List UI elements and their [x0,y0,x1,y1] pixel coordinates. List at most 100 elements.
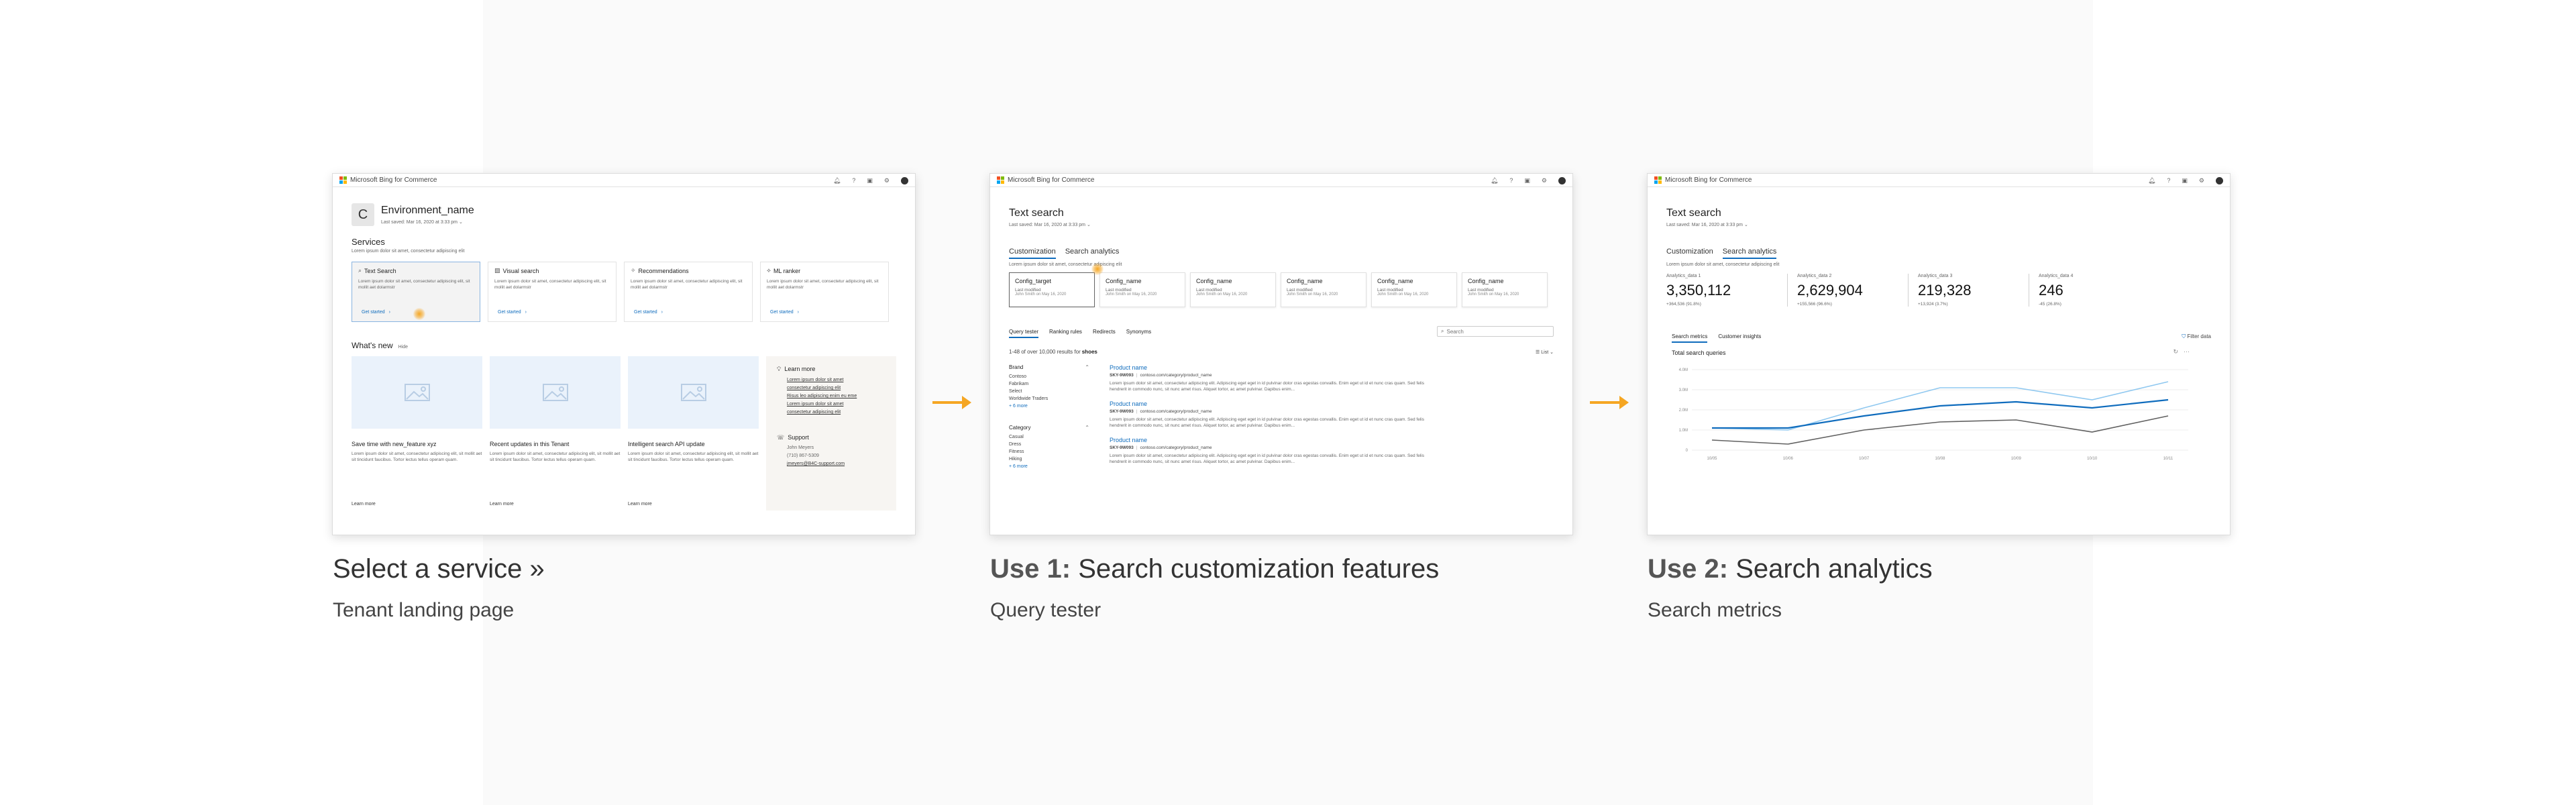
whats-new-hide-link[interactable]: Hide [398,345,408,350]
filter-option[interactable]: Contoso [1009,373,1089,380]
show-more-link[interactable]: + 6 more [1009,402,1089,410]
filter-group-header[interactable]: Category ⌃ [1009,425,1089,431]
refresh-icon[interactable]: ↻ [2173,348,2178,356]
filter-group-header[interactable]: Brand ⌃ [1009,364,1089,370]
config-card[interactable]: Config_name Last modified John Smith on Ma… [1462,272,1548,307]
inbox-icon[interactable]: ▣ [1524,177,1530,184]
x-tick-label: 10/07 [1859,457,1870,461]
config-modified-by: John Smith on May 16, 2020 [1377,292,1429,297]
news-card[interactable]: Save time with new_feature xyz Lorem ipsu… [352,356,482,511]
filter-data-button[interactable]: ⛉ Filter data [2182,333,2211,340]
news-card[interactable]: Recent updates in this Tenant Lorem ipsum… [490,356,621,511]
metric-label: Analytics_data 4 [2039,274,2074,278]
result-title-link[interactable]: Product name [1110,364,1554,371]
result-title-link[interactable]: Product name [1110,400,1554,407]
filter-option[interactable]: Fitness [1009,448,1089,455]
tab-search-analytics[interactable]: Search analytics [1065,248,1120,259]
inbox-icon[interactable]: ▣ [867,177,873,184]
learn-more-link[interactable]: consectetur adipiscing elit [787,409,885,417]
config-card[interactable]: Config_name Last modified John Smith on Ma… [1371,272,1457,307]
filter-option[interactable]: Worldwide Traders [1009,395,1089,402]
get-started-link[interactable]: Get started › [498,310,527,315]
result-item: Product name SKY-9W093 | contoso.com/catego… [1110,400,1554,429]
learn-more-link[interactable]: Risus leo adipiscing enim eu eme [787,392,885,400]
list-view-toggle[interactable]: ☰ List ⌄ [1536,350,1554,355]
filter-option[interactable]: Dress [1009,441,1089,448]
news-body: Lorem ipsum dolor sit amet, consectetur … [490,451,621,462]
subtab-customer-insights[interactable]: Customer insights [1718,333,1761,343]
service-card[interactable]: ▨ Visual search Lorem ipsum dolor sit amet… [488,262,616,322]
filter-option[interactable]: Hiking [1009,455,1089,463]
config-card[interactable]: Config_name Last modified John Smith on Ma… [1190,272,1276,307]
get-started-link[interactable]: Get started › [770,310,799,315]
help-icon[interactable]: ? [2167,177,2170,184]
result-description: Lorem ipsum dolor sit amet, consectetur … [1110,381,1424,392]
learn-more-link[interactable]: consectetur adipiscing elit [787,384,885,392]
lightbulb-icon: 💡︎ [777,366,782,372]
app-header: Microsoft Bing for Commerce 🔔︎ ? ▣ ⚙︎ [990,174,1572,187]
more-icon[interactable]: ··· [2184,348,2190,356]
results-count: 1-48 of over 10,000 results for [1009,349,1081,355]
support-email-link[interactable]: jmeyers@B4C-support.com [787,460,885,468]
chart-title: Total search queries [1672,350,1726,356]
gear-icon[interactable]: ⚙︎ [2199,177,2204,184]
learn-more-link[interactable]: Lorem ipsum dolor sit amet [787,376,885,384]
avatar[interactable] [901,176,908,184]
learn-more-link[interactable]: Learn more [490,502,514,506]
result-sku: SKY-9W093 [1110,373,1134,378]
config-modified-label: Last modified [1196,288,1222,292]
learn-more-link[interactable]: Lorem ipsum dolor sit amet [787,400,885,409]
metric-label: Analytics_data 2 [1797,274,1832,278]
config-modified-label: Last modified [1287,288,1313,292]
tab-search-analytics[interactable]: Search analytics [1722,248,1777,259]
service-card[interactable]: ⟡ ML ranker Lorem ipsum dolor sit amet, co… [760,262,889,322]
gear-icon[interactable]: ⚙︎ [884,177,890,184]
filter-option[interactable]: Casual [1009,433,1089,441]
avatar[interactable] [2216,176,2223,184]
subtab-ranking-rules[interactable]: Ranking rules [1049,329,1082,338]
help-icon[interactable]: ? [1509,177,1513,184]
config-name: Config_target [1015,278,1052,284]
config-name: Config_name [1106,278,1142,284]
help-icon[interactable]: ? [852,177,855,184]
service-title: Text Search [364,267,396,274]
bell-icon[interactable]: 🔔︎ [1491,177,1498,184]
get-started-link[interactable]: Get started › [634,310,663,315]
learn-more-link[interactable]: Learn more [352,502,376,506]
subtab-search-metrics[interactable]: Search metrics [1672,333,1708,343]
bell-icon[interactable]: 🔔︎ [833,177,841,184]
filter-option[interactable]: Fabrikam [1009,380,1089,388]
bell-icon[interactable]: 🔔︎ [2148,177,2155,184]
inbox-icon[interactable]: ▣ [2182,177,2188,184]
chevron-down-icon[interactable]: ⌄ [1087,223,1091,227]
tab-customization[interactable]: Customization [1666,248,1713,259]
chevron-right-icon: › [388,310,390,315]
metric-value: 2,629,904 [1797,282,1863,299]
result-title-link[interactable]: Product name [1110,437,1554,443]
result-sku: SKY-9W093 [1110,409,1134,414]
learn-more-link[interactable]: Learn more [628,502,652,506]
config-card[interactable]: Config_name Last modified John Smith on Ma… [1099,272,1185,307]
service-description: Lorem ipsum dolor sit amet, consectetur … [631,279,743,290]
config-card[interactable]: Config_target Last modified John Smith on … [1009,272,1095,307]
news-card[interactable]: Intelligent search API update Lorem ipsum… [628,356,759,511]
show-more-link[interactable]: + 6 more [1009,463,1089,470]
news-image-placeholder [352,356,482,429]
config-modified-by: John Smith on May 16, 2020 [1015,292,1067,297]
get-started-link[interactable]: Get started › [362,310,390,315]
subtab-query-tester[interactable]: Query tester [1009,329,1039,338]
learn-more-title: Learn more [784,366,816,372]
subtab-synonyms[interactable]: Synonyms [1126,329,1151,338]
chevron-down-icon[interactable]: ⌄ [1744,223,1748,227]
chevron-down-icon[interactable]: ⌄ [459,220,463,225]
filter-option[interactable]: Select [1009,388,1089,395]
subtab-redirects[interactable]: Redirects [1093,329,1116,338]
app-header: Microsoft Bing for Commerce 🔔︎ ? ▣ ⚙︎ [1648,174,2230,187]
tab-customization[interactable]: Customization [1009,248,1056,259]
caption-use-1: Use 1: Search customization features [990,554,1440,584]
gear-icon[interactable]: ⚙︎ [1542,177,1547,184]
avatar[interactable] [1558,176,1566,184]
service-card[interactable]: ✧ Recommendations Lorem ipsum dolor sit am… [624,262,753,322]
config-card[interactable]: Config_name Last modified John Smith on Ma… [1281,272,1366,307]
search-input[interactable] [1446,328,1548,335]
